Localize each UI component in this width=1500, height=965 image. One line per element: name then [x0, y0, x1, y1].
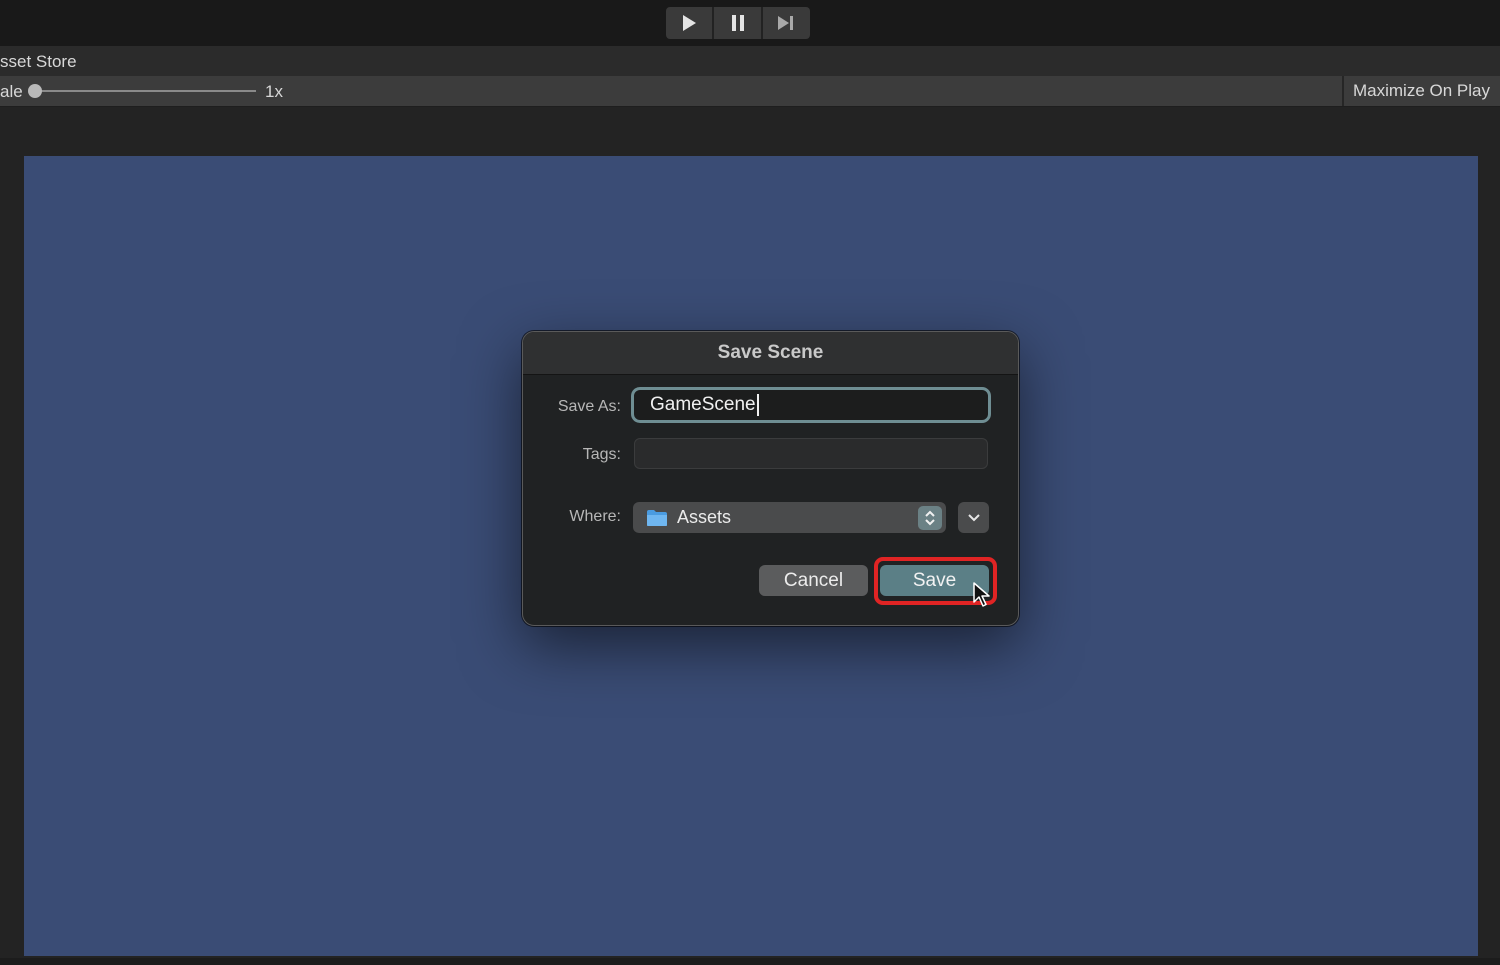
where-location-popup[interactable]: Assets: [633, 502, 946, 533]
scale-label: ale: [0, 82, 23, 101]
top-toolbar: [0, 0, 1500, 46]
tab-asset-store[interactable]: sset Store: [0, 52, 77, 72]
game-view-toolbar: ale 1x Maximize On Play: [0, 76, 1500, 107]
scale-slider-track[interactable]: [34, 90, 256, 92]
save-as-label: Save As:: [557, 398, 621, 415]
cancel-button[interactable]: Cancel: [759, 565, 868, 596]
pause-icon: [731, 15, 744, 31]
tags-label: Tags:: [582, 446, 621, 463]
save-button[interactable]: Save: [880, 565, 989, 596]
step-icon: [778, 16, 794, 30]
scale-value: 1x: [265, 82, 283, 101]
where-value: Assets: [677, 507, 732, 527]
save-scene-dialog: Save Scene Save As: GameScene Tags: Wher…: [522, 331, 1019, 626]
maximize-on-play-button[interactable]: Maximize On Play: [1342, 76, 1500, 106]
text-caret: [756, 393, 759, 416]
folder-icon: [647, 509, 667, 526]
scale-slider-handle[interactable]: [28, 84, 42, 98]
dialog-title: Save Scene: [523, 332, 1018, 375]
play-button[interactable]: [666, 7, 715, 39]
where-label: Where:: [569, 508, 621, 525]
chevron-down-icon: [967, 513, 980, 521]
expand-browser-button[interactable]: [958, 502, 989, 533]
window-tab-bar: sset Store: [0, 46, 1500, 77]
up-down-chevron-icon: [918, 505, 942, 530]
save-as-value: GameScene: [650, 394, 756, 415]
save-as-input[interactable]: GameScene: [631, 387, 991, 423]
bottom-bar: [0, 958, 1500, 965]
play-icon: [683, 15, 697, 31]
tags-input[interactable]: [634, 438, 988, 469]
step-button[interactable]: [762, 7, 810, 39]
play-controls: [666, 7, 810, 39]
pause-button[interactable]: [714, 7, 763, 39]
